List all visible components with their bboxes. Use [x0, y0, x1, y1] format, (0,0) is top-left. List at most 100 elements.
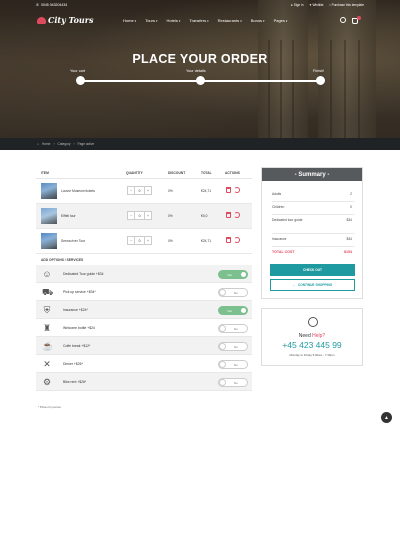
- logo[interactable]: City Tours: [37, 15, 93, 25]
- refresh-icon[interactable]: [234, 212, 240, 218]
- user-icon: ●: [290, 3, 293, 7]
- wishlist-link[interactable]: ♥ Wishlist: [310, 3, 324, 7]
- phone-info: ✆ 0045 043204434: [36, 3, 67, 7]
- quantity-input[interactable]: 0: [135, 211, 144, 220]
- step-dot-cart[interactable]: [76, 76, 85, 85]
- bike-icon: ⚙: [42, 377, 52, 387]
- sign-in-link[interactable]: ● Sign in: [291, 3, 304, 7]
- discount-value: 0%: [168, 239, 173, 243]
- menu-item-home[interactable]: Home ▾: [123, 18, 136, 23]
- item-name[interactable]: Senna river Tour: [61, 239, 85, 243]
- menu-item-transfers[interactable]: Transfers ▾: [189, 18, 208, 23]
- addon-row: ☺ Dedicated Tour guide +$34 Yes: [36, 265, 252, 283]
- table-header: ITEM QUANTITY DISCOUNT TOTAL ACTIONS: [36, 167, 252, 179]
- chevron-down-icon: ▾: [285, 18, 288, 23]
- dinner-icon: ✕: [43, 359, 51, 369]
- discount-value: 0%: [168, 214, 173, 218]
- chevron-down-icon: ▾: [155, 18, 158, 23]
- step-dot-details[interactable]: [196, 76, 205, 85]
- checkout-steps: Your cart Your details Finish!: [70, 68, 330, 92]
- summary-row: Insurance $34: [272, 237, 352, 241]
- increase-button[interactable]: +: [144, 186, 152, 195]
- addon-label: Insurance +$24*: [63, 308, 88, 312]
- breadcrumb-home[interactable]: Home: [42, 142, 51, 146]
- tour-thumbnail: [41, 183, 57, 199]
- menu-item-bonus[interactable]: Bonus ▾: [251, 18, 265, 23]
- top-bar: ✆ 0045 043204434 ● Sign in ♥ Wishlist ▪ Pur…: [0, 0, 400, 12]
- cart-badge: [357, 16, 361, 20]
- addon-toggle[interactable]: Yes: [218, 270, 248, 279]
- addon-toggle[interactable]: No: [218, 342, 248, 351]
- header-item: ITEM: [41, 171, 49, 175]
- addon-toggle[interactable]: No: [218, 288, 248, 297]
- continue-shopping-button[interactable]: ← CONTINUE SHOPPING: [270, 279, 355, 291]
- increase-button[interactable]: +: [144, 236, 152, 245]
- decrease-button[interactable]: −: [127, 211, 135, 220]
- addon-label: Pick up service +$34*: [63, 290, 96, 294]
- phone-number: 0045 043204434: [40, 3, 68, 7]
- item-name[interactable]: Eiffell tour: [61, 214, 76, 218]
- step-dot-finish[interactable]: [316, 76, 325, 85]
- summary-row: Adults 2: [272, 192, 352, 196]
- total-value: €24,71: [201, 189, 212, 193]
- addon-row: ⚙ Bike rent +$26* No: [36, 373, 252, 391]
- table-row: Louvre Museum tickets − 0 + 0% €24,71: [36, 179, 252, 204]
- total-value: €24,71: [201, 239, 212, 243]
- step-label-finish: Finish!: [313, 69, 325, 73]
- tour-thumbnail: [41, 208, 57, 224]
- addons-heading: ADD OPTIONS / SERVICES: [41, 258, 84, 262]
- step-label-cart: Your cart: [70, 69, 86, 73]
- search-icon[interactable]: [340, 17, 346, 23]
- menu-item-pages[interactable]: Pages ▾: [274, 18, 288, 23]
- summary-total: TOTAL COST $154: [272, 250, 352, 254]
- heart-icon: ♥: [309, 3, 312, 7]
- cart-small-icon: ▪: [329, 3, 331, 7]
- addon-toggle[interactable]: No: [218, 324, 248, 333]
- chevron-down-icon: ▾: [134, 18, 137, 23]
- header-total: TOTAL: [201, 171, 212, 175]
- main-nav: City Tours Home ▾ Tours ▾ Hotels ▾ Transfer…: [0, 12, 400, 32]
- menu-item-restaurants[interactable]: Restaurants ▾: [218, 18, 242, 23]
- refresh-icon[interactable]: [234, 187, 240, 193]
- chevron-up-icon: ▲: [384, 414, 389, 421]
- menu-item-tours[interactable]: Tours ▾: [145, 18, 157, 23]
- main-menu: Home ▾ Tours ▾ Hotels ▾ Transfers ▾ Restaura…: [123, 18, 287, 23]
- trash-icon[interactable]: [226, 237, 231, 243]
- decrease-button[interactable]: −: [127, 186, 135, 195]
- item-name[interactable]: Louvre Museum tickets: [61, 189, 95, 193]
- trash-icon[interactable]: [226, 212, 231, 218]
- help-phone[interactable]: +45 423 445 99: [262, 340, 362, 350]
- addon-row: ⛟ Pick up service +$34* No: [36, 283, 252, 301]
- logo-icon: [37, 16, 46, 24]
- quantity-input[interactable]: 0: [135, 236, 144, 245]
- arrow-left-icon: ←: [292, 283, 296, 287]
- quantity-input[interactable]: 0: [135, 186, 144, 195]
- quantity-stepper: − 0 +: [127, 186, 152, 195]
- breadcrumb-active: Page active: [77, 142, 95, 146]
- step-label-details: Your details: [186, 69, 206, 73]
- addon-row: ♜ Welcome bottle +$24 No: [36, 319, 252, 337]
- addon-label: Dinner +$26*: [63, 362, 83, 366]
- addon-toggle[interactable]: No: [218, 360, 248, 369]
- summary-title: - Summary -: [262, 168, 362, 181]
- menu-item-hotels[interactable]: Hotels ▾: [166, 18, 180, 23]
- table-row: Eiffell tour − 0 + 0% €0,0: [36, 204, 252, 229]
- purchase-link[interactable]: ▪ Purchase this template: [329, 3, 364, 7]
- summary-row: Children 0: [272, 205, 352, 209]
- addon-toggle[interactable]: Yes: [218, 306, 248, 315]
- breadcrumb-category[interactable]: Category: [58, 142, 71, 146]
- back-to-top-button[interactable]: ▲: [381, 412, 392, 423]
- addon-toggle[interactable]: No: [218, 378, 248, 387]
- checkout-button[interactable]: CHECK OUT: [270, 264, 355, 276]
- header-discount: DISCOUNT: [168, 171, 186, 175]
- help-heading: Need Help?: [298, 333, 326, 339]
- decrease-button[interactable]: −: [127, 236, 135, 245]
- refresh-icon[interactable]: [234, 237, 240, 243]
- addon-label: Coffe break +$12*: [63, 344, 91, 348]
- trash-icon[interactable]: [226, 187, 231, 193]
- increase-button[interactable]: +: [144, 211, 152, 220]
- bottle-icon: ♜: [42, 323, 52, 333]
- tour-thumbnail: [41, 233, 57, 249]
- summary-box: - Summary - Adults 2 Children 0 Dedicated …: [261, 167, 363, 299]
- addon-row: ✕ Dinner +$26* No: [36, 355, 252, 373]
